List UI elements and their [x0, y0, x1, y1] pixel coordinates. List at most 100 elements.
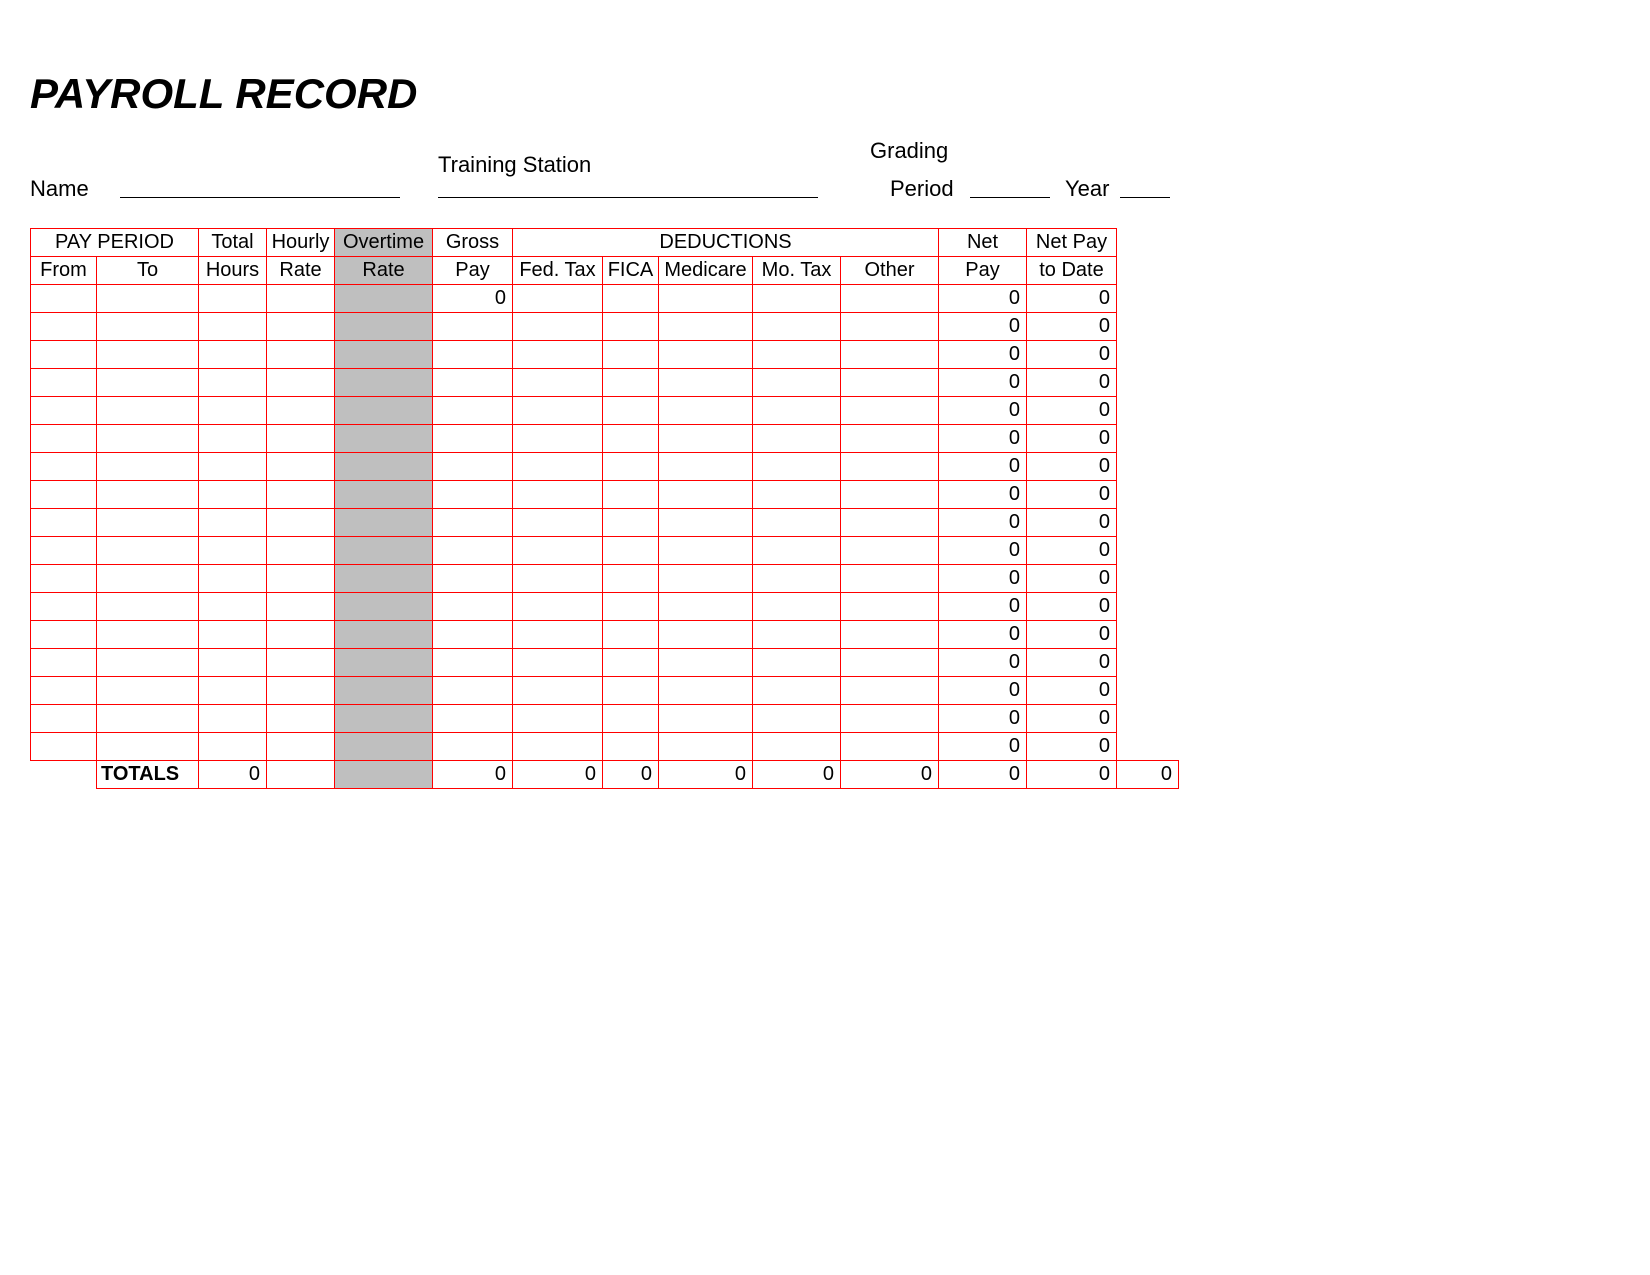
cell-to[interactable]	[97, 425, 199, 453]
cell-net[interactable]: 0	[939, 425, 1027, 453]
cell-med[interactable]	[659, 481, 753, 509]
cell-net[interactable]: 0	[939, 341, 1027, 369]
cell-gp[interactable]	[433, 593, 513, 621]
cell-hr[interactable]	[267, 733, 335, 761]
cell-th[interactable]	[199, 733, 267, 761]
cell-fed[interactable]	[513, 369, 603, 397]
cell-oth[interactable]	[841, 341, 939, 369]
cell-ot[interactable]	[335, 649, 433, 677]
cell-ntd[interactable]: 0	[1027, 341, 1117, 369]
cell-net[interactable]: 0	[939, 649, 1027, 677]
cell-ntd[interactable]: 0	[1027, 425, 1117, 453]
cell-ntd[interactable]: 0	[1027, 509, 1117, 537]
cell-th[interactable]	[199, 397, 267, 425]
cell-gp[interactable]	[433, 397, 513, 425]
cell-th[interactable]	[199, 705, 267, 733]
cell-mo[interactable]	[753, 621, 841, 649]
cell-med[interactable]	[659, 733, 753, 761]
cell-to[interactable]	[97, 313, 199, 341]
cell-gp[interactable]: 0	[433, 285, 513, 313]
cell-med[interactable]	[659, 593, 753, 621]
cell-net[interactable]: 0	[939, 509, 1027, 537]
cell-ot[interactable]	[335, 481, 433, 509]
cell-from[interactable]	[31, 593, 97, 621]
cell-gp[interactable]	[433, 705, 513, 733]
cell-gp[interactable]	[433, 313, 513, 341]
cell-med[interactable]	[659, 649, 753, 677]
cell-net[interactable]: 0	[939, 621, 1027, 649]
cell-ot[interactable]	[335, 369, 433, 397]
cell-med[interactable]	[659, 509, 753, 537]
cell-oth[interactable]	[841, 593, 939, 621]
cell-hr[interactable]	[267, 285, 335, 313]
cell-mo[interactable]	[753, 425, 841, 453]
cell-hr[interactable]	[267, 537, 335, 565]
cell-ntd[interactable]: 0	[1027, 369, 1117, 397]
cell-gp[interactable]	[433, 733, 513, 761]
cell-net[interactable]: 0	[939, 593, 1027, 621]
cell-fed[interactable]	[513, 705, 603, 733]
cell-net[interactable]: 0	[939, 369, 1027, 397]
cell-med[interactable]	[659, 425, 753, 453]
cell-from[interactable]	[31, 285, 97, 313]
totals-extra[interactable]: 0	[1117, 761, 1179, 789]
cell-oth[interactable]	[841, 397, 939, 425]
cell-net[interactable]: 0	[939, 481, 1027, 509]
cell-fed[interactable]	[513, 509, 603, 537]
input-name-line[interactable]	[120, 176, 400, 198]
cell-oth[interactable]	[841, 509, 939, 537]
cell-oth[interactable]	[841, 453, 939, 481]
cell-to[interactable]	[97, 341, 199, 369]
cell-mo[interactable]	[753, 341, 841, 369]
cell-gp[interactable]	[433, 453, 513, 481]
cell-net[interactable]: 0	[939, 705, 1027, 733]
input-period-line[interactable]	[970, 176, 1050, 198]
cell-th[interactable]	[199, 425, 267, 453]
cell-ot[interactable]	[335, 425, 433, 453]
cell-to[interactable]	[97, 537, 199, 565]
cell-mo[interactable]	[753, 313, 841, 341]
cell-med[interactable]	[659, 565, 753, 593]
cell-ot[interactable]	[335, 705, 433, 733]
cell-th[interactable]	[199, 285, 267, 313]
cell-to[interactable]	[97, 397, 199, 425]
cell-net[interactable]: 0	[939, 453, 1027, 481]
totals-fica[interactable]: 0	[603, 761, 659, 789]
cell-net[interactable]: 0	[939, 397, 1027, 425]
cell-med[interactable]	[659, 341, 753, 369]
cell-to[interactable]	[97, 705, 199, 733]
cell-fica[interactable]	[603, 285, 659, 313]
cell-oth[interactable]	[841, 425, 939, 453]
cell-ot[interactable]	[335, 593, 433, 621]
cell-hr[interactable]	[267, 453, 335, 481]
cell-ntd[interactable]: 0	[1027, 537, 1117, 565]
cell-hr[interactable]	[267, 313, 335, 341]
cell-fed[interactable]	[513, 341, 603, 369]
cell-ntd[interactable]: 0	[1027, 565, 1117, 593]
cell-to[interactable]	[97, 565, 199, 593]
cell-hr[interactable]	[267, 369, 335, 397]
cell-hr[interactable]	[267, 425, 335, 453]
cell-fica[interactable]	[603, 481, 659, 509]
cell-fed[interactable]	[513, 621, 603, 649]
cell-fed[interactable]	[513, 313, 603, 341]
cell-from[interactable]	[31, 313, 97, 341]
cell-from[interactable]	[31, 425, 97, 453]
cell-mo[interactable]	[753, 285, 841, 313]
cell-gp[interactable]	[433, 509, 513, 537]
cell-fica[interactable]	[603, 593, 659, 621]
cell-med[interactable]	[659, 677, 753, 705]
cell-hr[interactable]	[267, 621, 335, 649]
cell-ntd[interactable]: 0	[1027, 453, 1117, 481]
cell-gp[interactable]	[433, 537, 513, 565]
cell-ntd[interactable]: 0	[1027, 621, 1117, 649]
cell-net[interactable]: 0	[939, 537, 1027, 565]
cell-hr[interactable]	[267, 565, 335, 593]
cell-fed[interactable]	[513, 733, 603, 761]
totals-gross-pay[interactable]: 0	[433, 761, 513, 789]
cell-fica[interactable]	[603, 509, 659, 537]
cell-fed[interactable]	[513, 285, 603, 313]
cell-ot[interactable]	[335, 397, 433, 425]
cell-mo[interactable]	[753, 509, 841, 537]
cell-mo[interactable]	[753, 481, 841, 509]
